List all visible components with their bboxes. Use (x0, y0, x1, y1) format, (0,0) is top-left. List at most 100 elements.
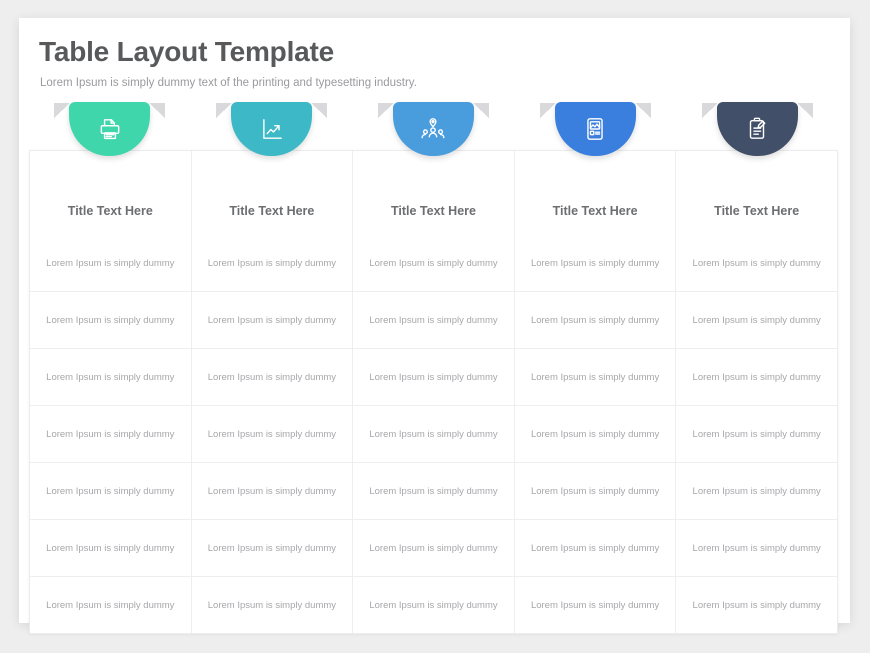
table-row: Lorem Ipsum is simply dummy Lorem Ipsum i… (30, 405, 837, 462)
table-header-label: Title Text Here (714, 204, 800, 218)
table-cell: Lorem Ipsum is simply dummy (513, 577, 676, 633)
table-cell-text: Lorem Ipsum is simply dummy (369, 599, 498, 611)
slide-canvas: Table Layout Template Lorem Ipsum is sim… (0, 0, 870, 653)
table-cell: Lorem Ipsum is simply dummy (352, 577, 514, 633)
table-cell: Lorem Ipsum is simply dummy (675, 235, 837, 291)
table-header-label: Title Text Here (390, 204, 476, 218)
table-row: Lorem Ipsum is simply dummy Lorem Ipsum i… (30, 519, 837, 576)
table-cell-text: Lorem Ipsum is simply dummy (207, 599, 337, 611)
table-cell-text: Lorem Ipsum is simply dummy (692, 371, 821, 383)
table-cell: Lorem Ipsum is simply dummy (352, 292, 514, 348)
table-header-cell-4: Title Text Here (513, 151, 676, 235)
table-cell-text: Lorem Ipsum is simply dummy (692, 599, 821, 611)
table-cell: Lorem Ipsum is simply dummy (513, 292, 676, 348)
slide-header: Table Layout Template Lorem Ipsum is sim… (39, 36, 417, 89)
table-header-label: Title Text Here (552, 204, 638, 218)
table-cell-text: Lorem Ipsum is simply dummy (369, 257, 498, 269)
table-cell-text: Lorem Ipsum is simply dummy (692, 428, 821, 440)
table-cell: Lorem Ipsum is simply dummy (30, 406, 191, 462)
ribbon-tail-left (701, 103, 718, 118)
table-cell: Lorem Ipsum is simply dummy (190, 292, 353, 348)
table-cell-text: Lorem Ipsum is simply dummy (207, 485, 337, 497)
ribbon-tail-right (796, 103, 813, 118)
table-cell: Lorem Ipsum is simply dummy (30, 349, 191, 405)
table-cell-text: Lorem Ipsum is simply dummy (207, 428, 337, 440)
table-cell-text: Lorem Ipsum is simply dummy (369, 485, 498, 497)
table-cell: Lorem Ipsum is simply dummy (30, 577, 191, 633)
table-row: Lorem Ipsum is simply dummy Lorem Ipsum i… (30, 576, 837, 633)
table-cell-text: Lorem Ipsum is simply dummy (530, 485, 660, 497)
page-title: Table Layout Template (39, 36, 335, 67)
table-cell: Lorem Ipsum is simply dummy (675, 520, 837, 576)
table-cell-text: Lorem Ipsum is simply dummy (207, 542, 337, 554)
table-cell: Lorem Ipsum is simply dummy (190, 520, 353, 576)
table-cell-text: Lorem Ipsum is simply dummy (692, 542, 821, 554)
table-cell-text: Lorem Ipsum is simply dummy (692, 257, 821, 269)
ribbon-tail-left (54, 103, 71, 118)
table-cell: Lorem Ipsum is simply dummy (352, 349, 514, 405)
table-cell: Lorem Ipsum is simply dummy (352, 406, 514, 462)
icon-badge-2[interactable] (216, 102, 328, 156)
icon-badge-3[interactable] (377, 102, 489, 156)
table-cell: Lorem Ipsum is simply dummy (675, 463, 837, 519)
table-cell: Lorem Ipsum is simply dummy (352, 520, 514, 576)
table-cell-text: Lorem Ipsum is simply dummy (46, 485, 175, 497)
table-cell: Lorem Ipsum is simply dummy (190, 463, 353, 519)
table-header-label: Title Text Here (67, 204, 153, 218)
table-cell: Lorem Ipsum is simply dummy (513, 520, 676, 576)
table-cell: Lorem Ipsum is simply dummy (352, 463, 514, 519)
table-cell-text: Lorem Ipsum is simply dummy (207, 371, 337, 383)
table-header-cell-1: Title Text Here (30, 151, 191, 235)
table-cell: Lorem Ipsum is simply dummy (30, 463, 191, 519)
icon-badge-4[interactable] (539, 102, 651, 156)
printer-icon (97, 116, 123, 142)
icon-badge-5[interactable] (701, 102, 813, 156)
table-row: Lorem Ipsum is simply dummy Lorem Ipsum i… (30, 462, 837, 519)
table-cell-text: Lorem Ipsum is simply dummy (692, 314, 821, 326)
table-cell-text: Lorem Ipsum is simply dummy (530, 428, 660, 440)
table-cell: Lorem Ipsum is simply dummy (190, 349, 353, 405)
table-cell-text: Lorem Ipsum is simply dummy (530, 542, 660, 554)
table-cell-text: Lorem Ipsum is simply dummy (46, 257, 175, 269)
table-header-cell-3: Title Text Here (352, 151, 514, 235)
table-header-cell-2: Title Text Here (190, 151, 353, 235)
table-cell: Lorem Ipsum is simply dummy (675, 406, 837, 462)
table-cell: Lorem Ipsum is simply dummy (513, 463, 676, 519)
team-location-icon (420, 116, 446, 142)
table-row: Lorem Ipsum is simply dummy Lorem Ipsum i… (30, 235, 837, 291)
table-cell-text: Lorem Ipsum is simply dummy (530, 314, 660, 326)
table-body: Lorem Ipsum is simply dummy Lorem Ipsum i… (30, 235, 837, 633)
ribbon-tail-right (311, 103, 328, 118)
table-cell: Lorem Ipsum is simply dummy (352, 235, 514, 291)
layout-table: Title Text Here Title Text Here Title Text… (29, 150, 838, 634)
table-cell-text: Lorem Ipsum is simply dummy (46, 542, 175, 554)
table-cell: Lorem Ipsum is simply dummy (190, 577, 353, 633)
table-cell: Lorem Ipsum is simply dummy (190, 406, 353, 462)
table-cell: Lorem Ipsum is simply dummy (513, 349, 676, 405)
table-cell-text: Lorem Ipsum is simply dummy (46, 428, 175, 440)
table-cell: Lorem Ipsum is simply dummy (30, 520, 191, 576)
line-chart-growth-icon (259, 116, 285, 142)
table-cell-text: Lorem Ipsum is simply dummy (207, 314, 337, 326)
ribbon-tail-right (472, 103, 489, 118)
table-cell-text: Lorem Ipsum is simply dummy (530, 599, 660, 611)
table-cell-text: Lorem Ipsum is simply dummy (46, 599, 175, 611)
table-header-label: Title Text Here (229, 204, 315, 218)
table-cell-text: Lorem Ipsum is simply dummy (46, 314, 175, 326)
clipboard-pen-icon (744, 116, 770, 142)
table-cell-text: Lorem Ipsum is simply dummy (369, 542, 498, 554)
icon-badge-1[interactable] (54, 102, 166, 156)
table-cell-text: Lorem Ipsum is simply dummy (530, 371, 660, 383)
ribbon-tail-right (634, 103, 651, 118)
table-header-row: Title Text Here Title Text Here Title Text… (30, 151, 837, 235)
table-cell: Lorem Ipsum is simply dummy (675, 292, 837, 348)
table-header-cell-5: Title Text Here (675, 151, 837, 235)
slide: Table Layout Template Lorem Ipsum is sim… (19, 18, 850, 634)
table-cell: Lorem Ipsum is simply dummy (513, 235, 676, 291)
table-cell-text: Lorem Ipsum is simply dummy (369, 428, 498, 440)
table-cell-text: Lorem Ipsum is simply dummy (692, 485, 821, 497)
mobile-media-icon (582, 116, 608, 142)
ribbon-tail-left (539, 103, 556, 118)
ribbon-tail-left (216, 103, 233, 118)
table-cell: Lorem Ipsum is simply dummy (675, 577, 837, 633)
